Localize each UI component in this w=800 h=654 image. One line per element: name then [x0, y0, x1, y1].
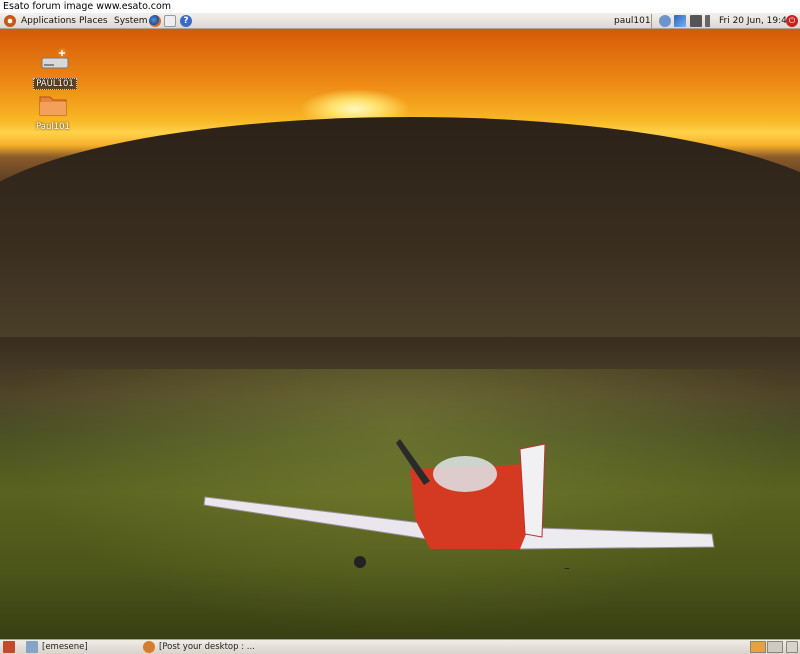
desktop-icon-label: PAUL101	[33, 78, 77, 90]
desktop-icon-label: Paul101	[36, 122, 70, 132]
volume-icon[interactable]	[705, 15, 717, 27]
panel-separator	[651, 14, 652, 28]
display-icon[interactable]	[690, 15, 702, 27]
desktop: PAUL101 Paul101	[0, 29, 800, 639]
top-panel: Applications Places System ? paul101 Fri…	[0, 13, 800, 29]
emesene-icon	[26, 641, 38, 653]
drive-icon	[41, 48, 69, 69]
shutdown-icon[interactable]: ⏻	[786, 15, 798, 27]
ubuntu-logo-icon[interactable]	[4, 15, 16, 27]
desktop-icon-drive[interactable]: PAUL101	[30, 47, 80, 90]
firefox-task-icon	[143, 641, 155, 653]
task-emesene[interactable]: [emesene]	[42, 641, 88, 653]
desktop-icon-folder[interactable]: Paul101	[28, 93, 78, 132]
show-desktop-icon[interactable]	[3, 641, 15, 653]
firefox-icon[interactable]	[149, 15, 161, 27]
places-menu[interactable]: Places	[79, 13, 108, 29]
network-icon[interactable]	[674, 15, 686, 27]
help-icon[interactable]: ?	[180, 15, 192, 27]
task-post-your-desktop[interactable]: [Post your desktop : ...	[159, 641, 255, 653]
applications-menu[interactable]: Applications	[21, 13, 76, 29]
bottom-panel: [emesene] [Post your desktop : ...	[0, 639, 800, 654]
workspace-1[interactable]	[750, 641, 766, 653]
workspace-2[interactable]	[767, 641, 783, 653]
system-menu[interactable]: System	[114, 13, 148, 29]
folder-icon	[39, 96, 67, 116]
trash-icon[interactable]	[786, 641, 798, 653]
username-label[interactable]: paul101	[614, 13, 651, 29]
wallpaper-model-plane	[203, 439, 715, 569]
user-status-icon[interactable]	[659, 15, 671, 27]
mail-icon[interactable]	[164, 15, 176, 27]
wallpaper-hill	[0, 117, 800, 337]
clock[interactable]: Fri 20 Jun, 19:44	[719, 13, 793, 29]
watermark: Esato forum image www.esato.com	[0, 0, 800, 13]
